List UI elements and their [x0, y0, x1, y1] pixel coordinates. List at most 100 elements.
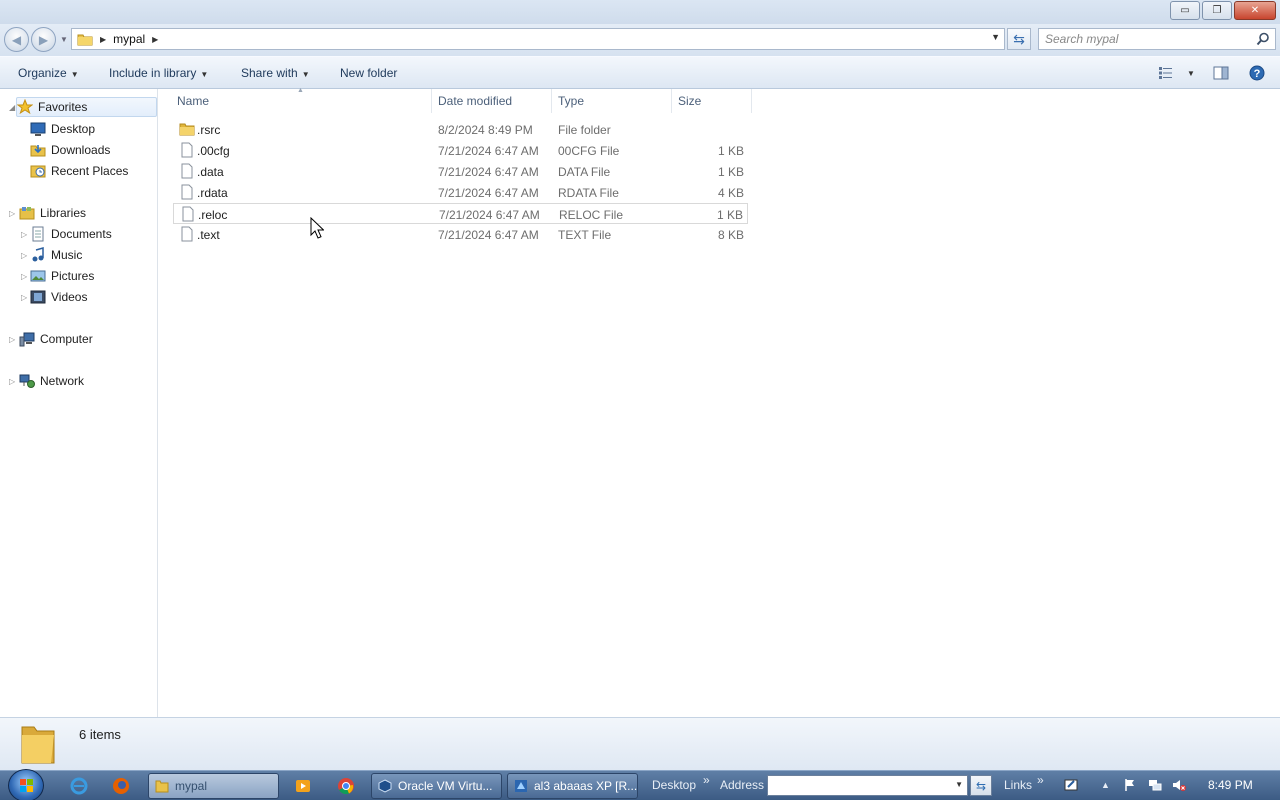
navigation-pane: ◢ Favorites Desktop Downloads Recent Pla…	[0, 89, 158, 717]
media-player-icon[interactable]	[294, 777, 312, 795]
file-size: 4 KB	[717, 186, 744, 200]
column-header-label: Name	[177, 94, 210, 108]
share-with-menu[interactable]: Share with ▼	[241, 66, 310, 80]
taskbar-button-oracle-vm[interactable]: Oracle VM Virtu...	[371, 773, 502, 799]
minimize-button[interactable]: ▭	[1170, 1, 1200, 20]
nav-computer[interactable]: Computer	[19, 329, 93, 349]
taskbar-button-label: Oracle VM Virtu...	[398, 779, 493, 793]
preview-pane-button[interactable]	[1213, 63, 1229, 83]
breadcrumb-arrow[interactable]: ▶	[100, 35, 106, 44]
column-header-size[interactable]: Size	[672, 89, 752, 113]
folder-icon	[77, 34, 93, 46]
refresh-button[interactable]: ⇆	[1007, 28, 1031, 50]
volume-muted-icon[interactable]	[1172, 778, 1186, 792]
nav-libraries[interactable]: Libraries	[19, 203, 86, 223]
taskbar-go-button[interactable]: ⇆	[970, 775, 992, 796]
chevron-down-icon[interactable]: ▼	[955, 780, 963, 789]
file-size: 1 KB	[717, 165, 744, 179]
expand-arrow-icon[interactable]: ▷	[9, 335, 15, 344]
file-type: File folder	[558, 123, 611, 137]
nav-network[interactable]: Network	[19, 371, 84, 391]
taskbar-button-xp-vm[interactable]: al3 abaaas XP [R...	[507, 773, 638, 799]
taskbar-clock[interactable]: 8:49 PM	[1208, 778, 1253, 792]
internet-explorer-icon[interactable]	[70, 777, 88, 795]
action-center-flag-icon[interactable]	[1123, 778, 1137, 792]
file-row[interactable]: .rdata 7/21/2024 6:47 AM RDATA File 4 KB	[173, 182, 748, 203]
file-size: 1 KB	[716, 208, 743, 222]
file-row[interactable]: .text 7/21/2024 6:47 AM TEXT File 8 KB	[173, 224, 748, 245]
network-icon	[19, 374, 35, 388]
file-date: 7/21/2024 6:47 AM	[438, 144, 539, 158]
breadcrumb-mypal[interactable]: mypal	[113, 32, 145, 46]
column-header-label: Date modified	[438, 94, 513, 108]
expand-arrow-icon[interactable]: ▷	[9, 377, 15, 386]
search-input[interactable]	[1039, 29, 1249, 49]
share-with-label: Share with	[241, 66, 298, 80]
breadcrumb-arrow[interactable]: ▶	[152, 35, 158, 44]
taskbar-button-label: al3 abaaas XP [R...	[534, 779, 638, 793]
search-box[interactable]	[1038, 28, 1276, 50]
nav-favorites[interactable]: Favorites	[16, 97, 157, 117]
nav-computer-label: Computer	[40, 332, 93, 346]
address-dropdown[interactable]: ▼	[991, 32, 1000, 42]
expand-arrow-icon[interactable]: ◢	[9, 103, 15, 112]
search-icon[interactable]	[1256, 32, 1270, 46]
expand-arrow-icon[interactable]: ▷	[21, 272, 27, 281]
column-header-name[interactable]: ▲ Name	[159, 87, 432, 113]
file-row[interactable]: .rsrc 8/2/2024 8:49 PM File folder	[173, 119, 748, 140]
details-view-icon	[1159, 67, 1172, 79]
address-toolbar-label: Address	[720, 778, 765, 792]
file-row[interactable]: .data 7/21/2024 6:47 AM DATA File 1 KB	[173, 161, 748, 182]
address-row: ◀ ▶ ▼ ▶ mypal ▶ ▼ ⇆	[0, 24, 1280, 56]
maximize-button[interactable]: ❐	[1202, 1, 1232, 20]
forward-button[interactable]: ▶	[31, 27, 56, 52]
folder-icon	[179, 123, 195, 136]
nav-item-videos[interactable]: Videos	[30, 287, 87, 307]
file-row[interactable]: .00cfg 7/21/2024 6:47 AM 00CFG File 1 KB	[173, 140, 748, 161]
chevron-down-icon[interactable]: ▼	[1187, 69, 1195, 78]
include-in-library-menu[interactable]: Include in library ▼	[109, 66, 208, 80]
notes-icon[interactable]	[1064, 778, 1078, 792]
desktop-icon	[30, 122, 46, 136]
organize-menu[interactable]: Organize ▼	[18, 66, 79, 80]
start-button[interactable]	[8, 769, 44, 800]
close-button[interactable]: ✕	[1234, 1, 1276, 20]
firefox-icon[interactable]	[112, 777, 130, 795]
desktop-toolbar-label[interactable]: Desktop	[652, 778, 696, 792]
network-tray-icon[interactable]	[1148, 778, 1162, 792]
nav-item-label: Downloads	[51, 143, 111, 157]
address-bar[interactable]: ▶ mypal ▶ ▼	[71, 28, 1005, 50]
column-header-date-modified[interactable]: Date modified	[432, 89, 552, 113]
nav-item-downloads[interactable]: Downloads	[30, 140, 110, 160]
nav-item-recent-places[interactable]: Recent Places	[30, 161, 128, 181]
recent-pages-dropdown[interactable]: ▼	[60, 35, 68, 44]
nav-item-desktop[interactable]: Desktop	[30, 119, 95, 139]
help-button[interactable]: ?	[1249, 63, 1265, 83]
nav-item-documents[interactable]: Documents	[30, 224, 112, 244]
column-header-type[interactable]: Type	[552, 89, 672, 113]
details-pane: 6 items	[0, 717, 1280, 770]
taskbar-address-input[interactable]: ▼	[767, 775, 968, 796]
expand-arrow-icon[interactable]: ▷	[21, 251, 27, 260]
links-toolbar-label[interactable]: Links	[1004, 778, 1032, 792]
nav-item-music[interactable]: Music	[30, 245, 82, 265]
view-options-button[interactable]: ▼	[1158, 63, 1195, 83]
file-type: TEXT File	[558, 228, 612, 242]
back-button[interactable]: ◀	[4, 27, 29, 52]
expand-arrow-icon[interactable]: ▷	[21, 293, 27, 302]
file-icon	[181, 184, 193, 200]
column-header-label: Size	[678, 94, 702, 108]
file-row[interactable]: .reloc 7/21/2024 6:47 AM RELOC File 1 KB	[173, 203, 748, 224]
file-date: 7/21/2024 6:47 AM	[438, 228, 539, 242]
show-hidden-icons-button[interactable]: ▲	[1101, 780, 1110, 790]
taskbar-button-mypal[interactable]: mypal	[148, 773, 279, 799]
links-toolbar-chevron[interactable]: »	[1037, 773, 1044, 787]
new-folder-button[interactable]: New folder	[340, 66, 397, 80]
chrome-icon[interactable]	[337, 777, 355, 795]
nav-item-pictures[interactable]: Pictures	[30, 266, 94, 286]
videos-icon	[30, 290, 46, 304]
expand-arrow-icon[interactable]: ▷	[21, 230, 27, 239]
desktop-toolbar-chevron[interactable]: »	[703, 773, 710, 787]
nav-item-label: Videos	[51, 290, 88, 304]
expand-arrow-icon[interactable]: ▷	[9, 209, 15, 218]
